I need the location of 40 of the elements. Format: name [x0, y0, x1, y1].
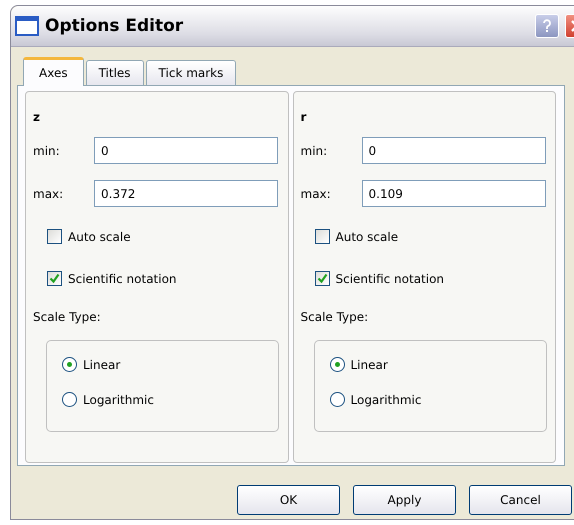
- tab[interactable]: Tick marks: [146, 60, 236, 85]
- field-label: min:: [300, 144, 328, 158]
- checkbox-label: Scientific notation: [68, 272, 177, 286]
- field-label: min:: [33, 144, 61, 158]
- radio-label: Logarithmic: [83, 392, 154, 406]
- checkbox-label: Auto scale: [68, 230, 131, 244]
- scale-type-label: Scale Type:: [300, 310, 370, 324]
- field-label: max:: [33, 186, 64, 200]
- min-field[interactable]: 0: [362, 137, 546, 164]
- radio-button[interactable]: [62, 392, 77, 407]
- help-button[interactable]: [535, 14, 559, 38]
- field-label: max:: [300, 186, 332, 200]
- check-icon: [49, 273, 60, 284]
- scale-type-label: Scale Type:: [33, 310, 102, 324]
- radio-label: Linear: [350, 358, 388, 372]
- min-field[interactable]: 0: [94, 137, 278, 164]
- checkbox[interactable]: [314, 229, 330, 244]
- radio-label: Linear: [83, 358, 120, 372]
- window-title: Options Editor: [45, 16, 184, 36]
- help-icon: [542, 19, 552, 33]
- check-icon: [316, 273, 328, 284]
- axis-name: z: [33, 110, 41, 126]
- max-field[interactable]: 0.372: [94, 180, 278, 207]
- checkbox-label: Scientific notation: [336, 272, 444, 286]
- checkbox[interactable]: [47, 271, 62, 286]
- axis-name: r: [300, 110, 308, 126]
- radio-button[interactable]: [330, 392, 344, 407]
- radio-button[interactable]: [62, 357, 77, 372]
- tab[interactable]: Axes: [23, 57, 84, 86]
- dialog-button[interactable]: Apply: [353, 485, 456, 515]
- max-field[interactable]: 0.109: [362, 180, 546, 207]
- checkbox[interactable]: [47, 229, 62, 244]
- dialog-button[interactable]: OK: [237, 485, 340, 515]
- checkbox[interactable]: [314, 271, 330, 286]
- checkbox-label: Auto scale: [336, 230, 398, 244]
- radio-label: Logarithmic: [350, 392, 422, 406]
- tab[interactable]: Titles: [86, 60, 144, 85]
- radio-button[interactable]: [330, 357, 344, 372]
- window-icon: [15, 16, 39, 36]
- dialog-button[interactable]: Cancel: [469, 485, 572, 515]
